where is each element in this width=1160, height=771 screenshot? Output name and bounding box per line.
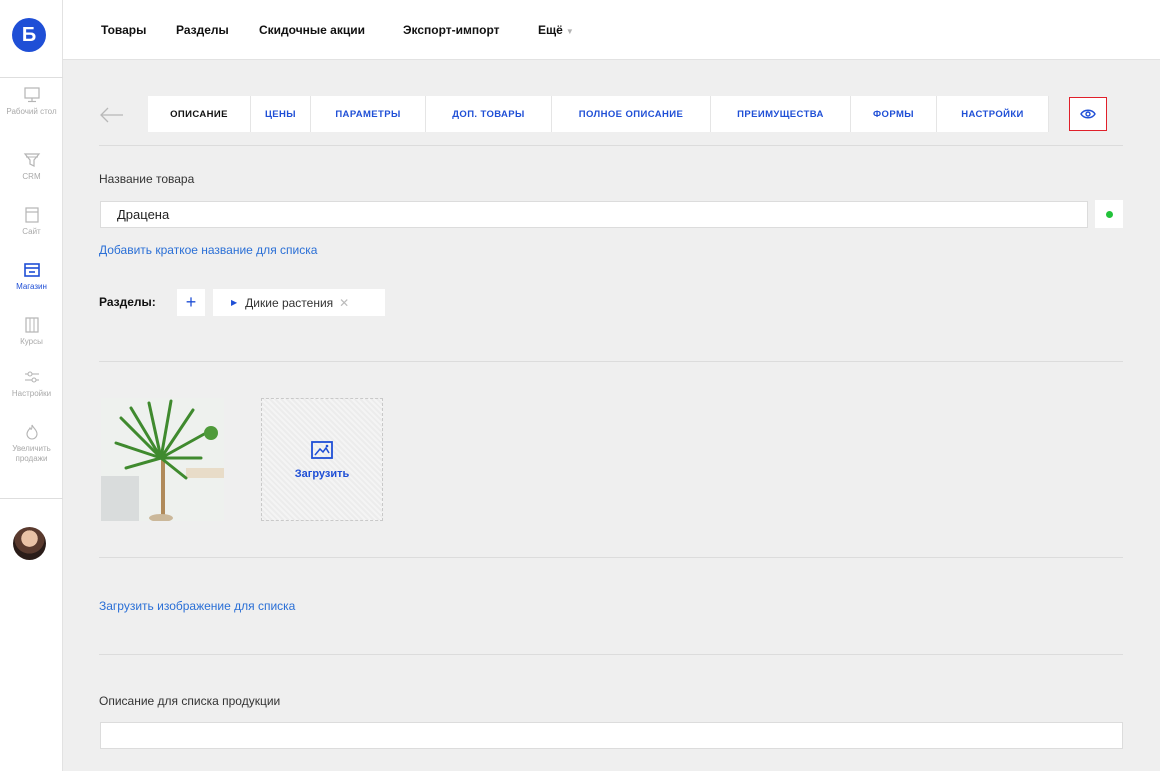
sidebar-item-crm[interactable]: CRM [0,151,63,182]
sidebar-item-site[interactable]: Сайт [0,206,63,237]
sidebar-item-desktop[interactable]: Рабочий стол [0,86,63,117]
site-icon [24,207,39,223]
sidebar-item-boost-sales[interactable]: Увеличить продажи [0,423,63,464]
nav-item-export-import[interactable]: Экспорт-импорт [403,23,500,37]
sidebar-item-label: Магазин [16,282,47,291]
tab-description[interactable]: ОПИСАНИЕ [148,96,251,132]
chevron-down-icon: ▼ [565,27,574,36]
sidebar-item-label: Курсы [20,337,43,346]
list-description-input[interactable] [100,722,1123,749]
product-name-label: Название товара [99,172,195,186]
settings-sliders-icon [24,371,39,383]
avatar[interactable] [13,527,46,560]
plant-photo-icon [101,398,224,521]
section-divider [99,361,1123,362]
sidebar-item-label: Сайт [22,227,41,236]
nav-item-more-label: Ещё [538,23,563,37]
close-icon[interactable]: ✕ [339,296,349,310]
product-image[interactable] [101,398,224,521]
preview-button[interactable] [1069,97,1107,131]
desktop-icon [23,87,40,103]
upload-label: Загрузить [294,467,350,480]
tabs-divider [99,145,1123,146]
upload-list-image-link[interactable]: Загрузить изображение для списка [99,599,295,613]
sidebar-item-courses[interactable]: Курсы [0,316,63,347]
status-dot-icon [1105,210,1113,218]
tab-prices[interactable]: ЦЕНЫ [251,96,311,132]
tab-settings[interactable]: НАСТРОЙКИ [937,96,1049,132]
flame-icon [25,424,38,440]
sidebar-item-label: Увеличить продажи [12,444,51,463]
image-upload-icon [311,440,333,459]
nav-item-sections[interactable]: Разделы [176,23,229,37]
sidebar-item-label: Настройки [11,389,52,398]
tab-full-description[interactable]: ПОЛНОЕ ОПИСАНИЕ [552,96,711,132]
sidebar-item-shop[interactable]: Магазин [0,261,63,292]
sections-label: Разделы: [99,295,156,309]
list-description-label: Описание для списка продукции [99,694,281,708]
nav-item-discounts[interactable]: Скидочные акции [259,23,365,37]
product-tabs: ОПИСАНИЕ ЦЕНЫ ПАРАМЕТРЫ ДОП. ТОВАРЫ ПОЛН… [148,96,1049,132]
tab-forms[interactable]: ФОРМЫ [851,96,937,132]
upload-image-button[interactable]: Загрузить [261,398,383,521]
app-logo[interactable]: Б [12,18,46,52]
sidebar-divider [0,498,63,499]
arrow-left-icon [100,107,123,123]
back-button[interactable] [99,104,125,126]
product-name-input[interactable]: Драцена [100,201,1088,228]
tab-parameters[interactable]: ПАРАМЕТРЫ [311,96,426,132]
eye-icon [1080,109,1096,119]
plus-icon: + [185,292,197,312]
section-divider [99,557,1123,558]
funnel-icon [23,153,40,167]
courses-icon [24,317,39,333]
nav-item-more[interactable]: Ещё ▼ [538,23,574,37]
sidebar-divider [0,77,63,78]
sidebar-item-settings[interactable]: Настройки [0,368,63,399]
add-section-button[interactable]: + [177,289,205,316]
tab-extra-products[interactable]: ДОП. ТОВАРЫ [426,96,552,132]
add-short-name-link[interactable]: Добавить краткое название для списка [99,243,317,257]
status-indicator[interactable] [1095,200,1123,228]
sidebar: Б Рабочий стол CRM Сайт Магазин Курсы На… [0,0,63,771]
section-chip-label: Дикие растения [245,295,334,310]
sidebar-item-label: CRM [22,172,41,181]
top-navigation: Товары Разделы Скидочные акции Экспорт-и… [63,0,1160,60]
section-chip[interactable]: ▶ Дикие растения ✕ [213,289,385,316]
sidebar-item-label: Рабочий стол [6,107,57,116]
tab-advantages[interactable]: ПРЕИМУЩЕСТВА [711,96,851,132]
flag-icon: ▶ [231,298,238,307]
nav-item-products[interactable]: Товары [101,23,146,37]
section-divider [99,654,1123,655]
shop-icon [23,263,40,277]
